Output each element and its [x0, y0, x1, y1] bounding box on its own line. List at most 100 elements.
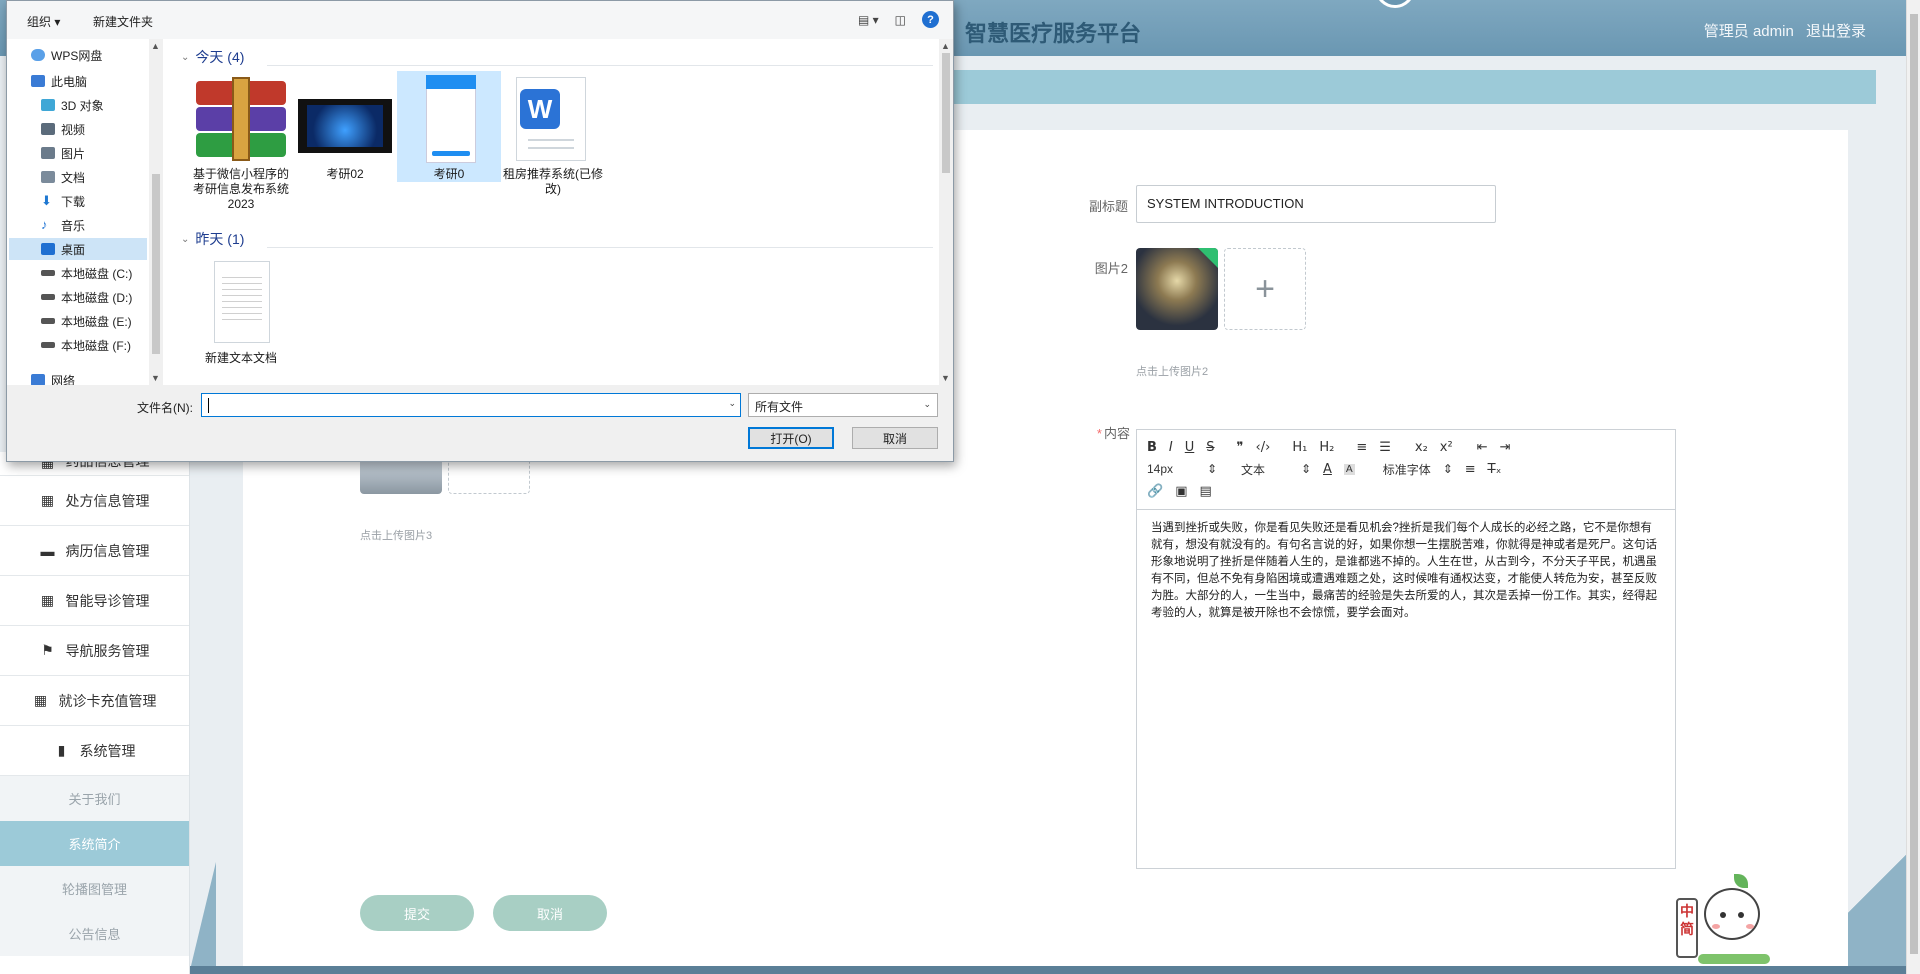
text-file-icon: [194, 259, 288, 347]
nav-item-this-pc[interactable]: 此电脑: [31, 70, 87, 92]
grid-icon: ▦: [33, 692, 48, 708]
highlight-icon[interactable]: A: [1343, 463, 1355, 475]
nav-scrollbar-thumb[interactable]: [152, 174, 160, 354]
image-icon[interactable]: ▣: [1175, 484, 1187, 499]
file-tile[interactable]: 基于微信小程序的考研信息发布系统2023: [189, 71, 293, 212]
align-icon[interactable]: ≡: [1465, 462, 1476, 477]
underline-button[interactable]: U: [1185, 440, 1195, 455]
outdent-button[interactable]: ⇤: [1477, 440, 1488, 455]
nav-item-downloads[interactable]: ⬇ 下载: [41, 190, 85, 212]
dialog-cancel-button[interactable]: 取消: [852, 427, 938, 449]
font-color-icon[interactable]: A: [1323, 462, 1332, 477]
toolbar-row-format: B I U S ❞ ‹/› H₁ H₂ ≡ ☰ x₂ x² ⇤ ⇥: [1147, 436, 1665, 458]
h1-button[interactable]: H₁: [1292, 440, 1307, 455]
sidebar-item-medical-record[interactable]: ▬ 病历信息管理: [0, 526, 189, 576]
scroll-down-icon[interactable]: ▼: [941, 373, 950, 383]
nav-item-drive-c[interactable]: 本地磁盘 (C:): [41, 262, 132, 284]
file-tile[interactable]: 新建文本文档: [189, 255, 293, 366]
winrar-archive-icon: [194, 75, 288, 163]
logout-link[interactable]: 退出登录: [1806, 23, 1866, 40]
sidebar-subitem-carousel[interactable]: 轮播图管理: [0, 866, 189, 911]
page-scrollbar[interactable]: [1906, 0, 1920, 974]
sidebar-item-label: 系统管理: [79, 742, 136, 759]
uploaded-flag-icon: [1198, 248, 1218, 268]
file-tile[interactable]: 考研02: [293, 71, 397, 182]
strike-button[interactable]: S: [1206, 440, 1214, 455]
link-icon[interactable]: 🔗: [1147, 484, 1163, 499]
editor-content[interactable]: 当遇到挫折或失败，你是看见失败还是看见机会?挫折是我们每个人成长的必经之路，它不…: [1137, 510, 1675, 632]
app-title: 智慧医疗服务平台: [965, 21, 1142, 46]
ordered-list-button[interactable]: ≡: [1356, 440, 1367, 455]
toolbar-row-insert: 🔗 ▣ ▤: [1147, 480, 1665, 502]
desktop-icon: [41, 243, 55, 255]
view-mode-icon[interactable]: ▤ ▾: [858, 13, 879, 27]
subscript-button[interactable]: x₂: [1415, 440, 1428, 455]
nav-scrollbar[interactable]: ▲ ▼: [149, 39, 163, 385]
nav-item-videos[interactable]: 视频: [41, 118, 85, 140]
font-size-select[interactable]: 14px ⇕: [1147, 462, 1217, 476]
font-family-select[interactable]: 标准字体 ⇕: [1383, 461, 1453, 478]
scroll-up-icon[interactable]: ▲: [941, 41, 950, 51]
files-scrollbar-thumb[interactable]: [942, 53, 950, 173]
sidebar-item-card-recharge[interactable]: ▦ 就诊卡充值管理: [0, 676, 189, 726]
page-scrollbar-thumb[interactable]: [1910, 14, 1918, 954]
image2-thumbnail[interactable]: [1136, 248, 1218, 330]
nav-item-drive-f[interactable]: 本地磁盘 (F:): [41, 334, 131, 356]
nav-item-drive-e[interactable]: 本地磁盘 (E:): [41, 310, 132, 332]
nav-item-documents[interactable]: 文档: [41, 166, 85, 188]
sidebar: ▦ 药品信息管理 ▦ 处方信息管理 ▬ 病历信息管理 ▦ 智能导诊管理 ⚑ 导航…: [0, 452, 190, 974]
bold-button[interactable]: B: [1147, 440, 1157, 455]
block-type-select[interactable]: 文本 ⇕: [1241, 461, 1311, 478]
sidebar-subitem-intro[interactable]: 系统简介: [0, 821, 189, 866]
group-header-today[interactable]: ⌄ 今天 (4): [181, 47, 244, 67]
group-header-yesterday[interactable]: ⌄ 昨天 (1): [181, 229, 244, 249]
superscript-button[interactable]: x²: [1440, 440, 1453, 455]
new-folder-button[interactable]: 新建文件夹: [93, 13, 153, 30]
open-button[interactable]: 打开(O): [748, 427, 834, 449]
nav-item-network[interactable]: 网络: [31, 369, 75, 385]
nav-label: WPS网盘: [51, 48, 103, 63]
indent-button[interactable]: ⇥: [1500, 440, 1511, 455]
filetype-select[interactable]: 所有文件 ⌄: [748, 393, 938, 417]
italic-button[interactable]: I: [1169, 440, 1173, 455]
nav-item-desktop[interactable]: 桌面: [9, 238, 147, 260]
rich-text-editor[interactable]: B I U S ❞ ‹/› H₁ H₂ ≡ ☰ x₂ x² ⇤ ⇥ 14px ⇕ …: [1136, 429, 1676, 869]
bullet-list-button[interactable]: ☰: [1379, 440, 1391, 455]
decoration-bottom: [190, 966, 1906, 974]
content-label: * 内容: [1086, 423, 1130, 442]
sidebar-subitem-notice[interactable]: 公告信息: [0, 911, 189, 956]
organize-button[interactable]: 组织 ▾: [27, 13, 60, 30]
nav-item-pictures[interactable]: 图片: [41, 142, 85, 164]
cancel-button[interactable]: 取消: [493, 895, 607, 931]
nav-item-3d-objects[interactable]: 3D 对象: [41, 94, 104, 116]
document-icon: [41, 171, 55, 183]
sidebar-item-navigation[interactable]: ⚑ 导航服务管理: [0, 626, 189, 676]
scroll-down-icon[interactable]: ▼: [151, 373, 160, 383]
sidebar-item-guidance[interactable]: ▦ 智能导诊管理: [0, 576, 189, 626]
drive-icon: [41, 270, 55, 276]
clear-format-icon[interactable]: T̶ₓ: [1488, 462, 1502, 477]
filename-input[interactable]: ⌄: [201, 393, 741, 417]
code-button[interactable]: ‹/›: [1256, 440, 1271, 455]
chevron-down-icon[interactable]: ⌄: [728, 398, 736, 409]
nav-item-wps-cloud[interactable]: WPS网盘: [31, 44, 102, 66]
sidebar-item-system[interactable]: ▮ 系统管理: [0, 726, 189, 776]
scroll-up-icon[interactable]: ▲: [151, 41, 160, 51]
video-icon: [41, 123, 55, 135]
nav-item-music[interactable]: ♪ 音乐: [41, 214, 85, 236]
file-tile-selected[interactable]: 考研0: [397, 71, 501, 182]
submit-button[interactable]: 提交: [360, 895, 474, 931]
nav-item-drive-d[interactable]: 本地磁盘 (D:): [41, 286, 132, 308]
sidebar-item-label: 导航服务管理: [65, 642, 150, 659]
files-scrollbar[interactable]: ▲ ▼: [939, 39, 953, 385]
quote-button[interactable]: ❞: [1237, 440, 1244, 455]
file-tile[interactable]: W 租房推荐系统(已修改): [501, 71, 605, 197]
sidebar-item-prescription[interactable]: ▦ 处方信息管理: [0, 476, 189, 526]
h2-button[interactable]: H₂: [1319, 440, 1334, 455]
help-icon[interactable]: ?: [922, 11, 939, 28]
preview-pane-icon[interactable]: ◫: [895, 13, 906, 27]
subtitle-input[interactable]: SYSTEM INTRODUCTION: [1136, 185, 1496, 223]
video-icon[interactable]: ▤: [1199, 484, 1211, 499]
image2-upload-button[interactable]: +: [1224, 248, 1306, 330]
sidebar-subitem-about[interactable]: 关于我们: [0, 776, 189, 821]
